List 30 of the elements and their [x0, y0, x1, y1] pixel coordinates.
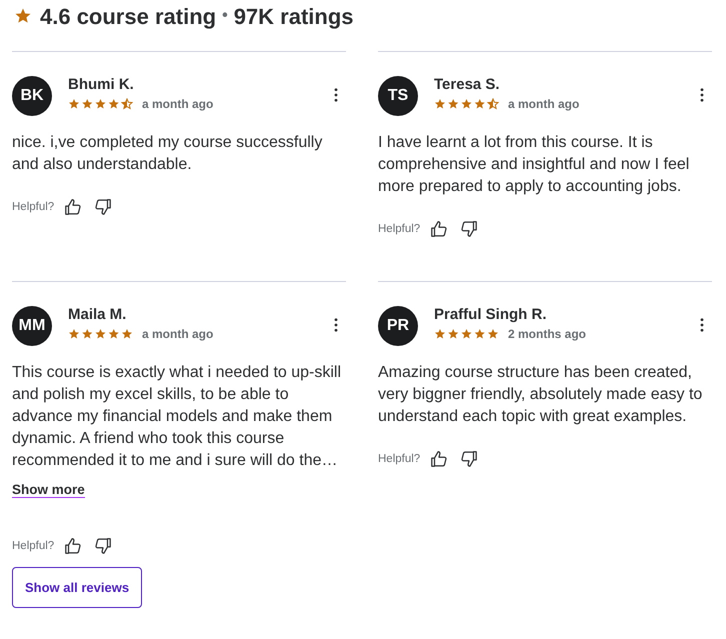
review-text: nice. i,ve completed my course successfully and also understandable.: [12, 133, 324, 175]
review-text: This course is exactly what i needed to up-skill and polish my excel skills, to be able to advance my financial models and make them dynamic. A friend who took this course recommended it to me and i sure will do the…: [12, 363, 342, 471]
ratings-count: 97K ratings: [234, 4, 354, 30]
review-text: I have learnt a lot from this course. It is comprehensive and insightful and now I feel more prepared to apply to accounting jobs.: [378, 133, 690, 197]
more-options-icon[interactable]: [700, 88, 704, 102]
review-date: a month ago: [142, 97, 214, 111]
reviewer-name: Prafful Singh R.: [434, 306, 548, 323]
reviewer-name: Teresa S.: [434, 76, 501, 93]
review-text: Amazing course structure has been created, very biggner friendly, absolutely made easy to understand each topic with great examples.: [378, 363, 704, 427]
avatar: PR: [378, 306, 418, 346]
separator-dot: •: [222, 7, 228, 25]
helpful-label: Helpful?: [378, 223, 420, 235]
star-icon: [14, 7, 32, 25]
avatar: MM: [12, 306, 52, 346]
course-rating: 4.6 course rating: [40, 4, 216, 30]
show-all-reviews-button[interactable]: Show all reviews: [12, 567, 142, 608]
review-date: 2 months ago: [508, 327, 586, 341]
avatar: BK: [12, 76, 52, 116]
helpful-label: Helpful?: [12, 201, 54, 213]
review-date: a month ago: [508, 97, 580, 111]
review-date: a month ago: [142, 327, 214, 341]
reviewer-name: Bhumi K.: [68, 76, 135, 93]
more-options-icon[interactable]: [334, 88, 338, 102]
more-options-icon[interactable]: [700, 318, 704, 332]
show-more-link[interactable]: Show more: [12, 482, 85, 498]
helpful-label: Helpful?: [378, 453, 420, 465]
more-options-icon[interactable]: [334, 318, 338, 332]
helpful-label: Helpful?: [12, 540, 54, 552]
avatar: TS: [378, 76, 418, 116]
reviewer-name: Maila M.: [68, 306, 128, 323]
